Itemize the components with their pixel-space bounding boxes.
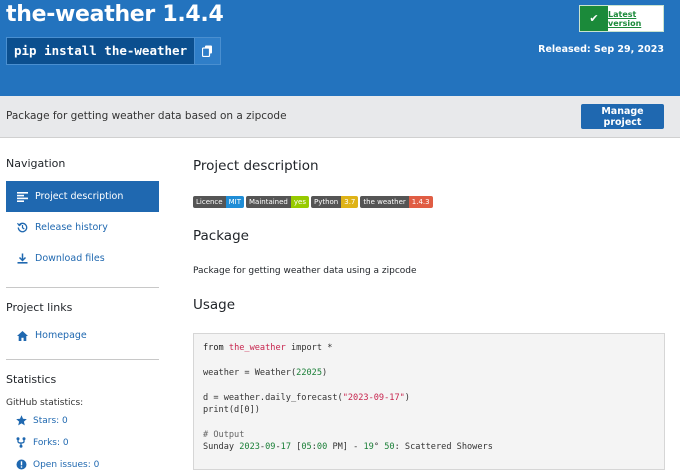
fork-icon bbox=[16, 437, 28, 448]
code-token: 2023 bbox=[239, 442, 260, 453]
code-line: Sunday 2023-09-17 [05:00 PM] - 19° 50: S… bbox=[203, 441, 655, 453]
badge-value: 3.7 bbox=[341, 196, 359, 208]
code-block: from the_weather import * weather = Weat… bbox=[193, 333, 665, 470]
code-line: d = weather.daily_forecast("2023-09-17") bbox=[203, 392, 655, 404]
nav-label: Release history bbox=[35, 222, 108, 233]
code-token: the_weather bbox=[228, 343, 286, 353]
code-line: # Output bbox=[203, 429, 245, 440]
project-links-heading: Project links bbox=[6, 301, 73, 314]
badge-value: 1.4.3 bbox=[408, 196, 433, 208]
open-issues-link[interactable]: Open issues: 0 bbox=[16, 459, 99, 470]
project-description-heading: Project description bbox=[193, 158, 319, 174]
latest-version-label: Latest version bbox=[608, 6, 663, 31]
badge-label: the weather bbox=[360, 196, 409, 208]
code-token: d = weather.daily_forecast( bbox=[203, 392, 343, 403]
check-icon: ✔ bbox=[589, 12, 599, 25]
code-token: 19 bbox=[363, 442, 374, 453]
badge-value: MIT bbox=[225, 196, 244, 208]
code-token: ) bbox=[322, 367, 328, 378]
copy-button[interactable] bbox=[194, 38, 221, 64]
release-date: Released: Sep 29, 2023 bbox=[538, 44, 664, 55]
sidebar-divider bbox=[6, 359, 159, 360]
badge-value: yes bbox=[290, 196, 309, 208]
code-token: "2023-09-17" bbox=[342, 392, 405, 403]
code-token: weather = Weather( bbox=[203, 367, 297, 378]
badge-label: Python bbox=[310, 196, 342, 208]
package-summary-bar: Package for getting weather data based o… bbox=[0, 96, 680, 138]
pip-install-box: pip install the-weather bbox=[6, 37, 222, 65]
code-token: ° bbox=[373, 442, 385, 453]
pip-command[interactable]: pip install the-weather bbox=[7, 38, 195, 64]
nav-project-description[interactable]: Project description bbox=[6, 181, 159, 212]
package-title: the-weather 1.4.4 bbox=[6, 2, 224, 27]
nav-label: Download files bbox=[35, 253, 105, 264]
forks-link[interactable]: Forks: 0 bbox=[16, 437, 69, 448]
code-token: PM] - bbox=[327, 442, 364, 453]
latest-version-button[interactable]: ✔ Latest version bbox=[579, 5, 664, 32]
open-issues-count: Open issues: 0 bbox=[33, 459, 100, 470]
align-left-icon bbox=[17, 191, 30, 202]
homepage-link[interactable]: Homepage bbox=[6, 320, 159, 351]
badge-row: Licence MIT Maintained yes Python 3.7 th… bbox=[193, 196, 433, 208]
forks-count: Forks: 0 bbox=[33, 437, 69, 448]
badge-label: Maintained bbox=[245, 196, 291, 208]
star-icon bbox=[16, 415, 28, 426]
badge-label: Licence bbox=[193, 196, 226, 208]
download-icon bbox=[17, 253, 30, 264]
navigation-heading: Navigation bbox=[6, 157, 66, 170]
nav-label: Project description bbox=[35, 191, 124, 202]
code-token: 50 bbox=[384, 442, 395, 453]
usage-heading: Usage bbox=[193, 297, 236, 313]
home-icon bbox=[17, 330, 30, 341]
stars-count: Stars: 0 bbox=[33, 415, 68, 426]
homepage-label: Homepage bbox=[35, 330, 87, 341]
copy-icon bbox=[202, 45, 213, 57]
code-token: 00 bbox=[316, 442, 328, 453]
sidebar-divider bbox=[6, 287, 159, 288]
code-token: ) bbox=[404, 392, 410, 403]
code-token: from bbox=[203, 343, 224, 353]
package-summary: Package for getting weather data based o… bbox=[6, 110, 287, 122]
github-statistics-label: GitHub statistics: bbox=[6, 398, 84, 408]
code-token: 05 bbox=[301, 442, 312, 453]
maintained-badge: Maintained yes bbox=[245, 196, 309, 208]
code-token: : Scattered Showers bbox=[394, 442, 493, 453]
code-token: import * bbox=[285, 343, 333, 353]
package-header: the-weather 1.4.4 pip install the-weathe… bbox=[0, 0, 680, 96]
code-token: [ bbox=[291, 442, 302, 453]
package-heading: Package bbox=[193, 228, 249, 244]
code-token: 09 bbox=[265, 442, 276, 453]
code-line: weather = Weather(22025) bbox=[203, 367, 655, 379]
code-line: from the_weather import * bbox=[203, 342, 655, 354]
code-token: 22025 bbox=[296, 367, 323, 378]
python-badge: Python 3.7 bbox=[310, 196, 359, 208]
stars-link[interactable]: Stars: 0 bbox=[16, 415, 68, 426]
history-icon bbox=[17, 222, 30, 233]
version-badge: the weather 1.4.3 bbox=[360, 196, 433, 208]
code-token: Sunday bbox=[203, 442, 240, 453]
package-text: Package for getting weather data using a… bbox=[193, 266, 417, 276]
manage-project-button[interactable]: Manage project bbox=[581, 104, 664, 129]
licence-badge: Licence MIT bbox=[193, 196, 244, 208]
nav-release-history[interactable]: Release history bbox=[6, 212, 159, 243]
code-line: print(d[0]) bbox=[203, 405, 260, 416]
nav-download-files[interactable]: Download files bbox=[6, 243, 159, 274]
alert-icon bbox=[16, 459, 28, 470]
code-token: 17 bbox=[280, 442, 292, 453]
statistics-heading: Statistics bbox=[6, 373, 57, 386]
